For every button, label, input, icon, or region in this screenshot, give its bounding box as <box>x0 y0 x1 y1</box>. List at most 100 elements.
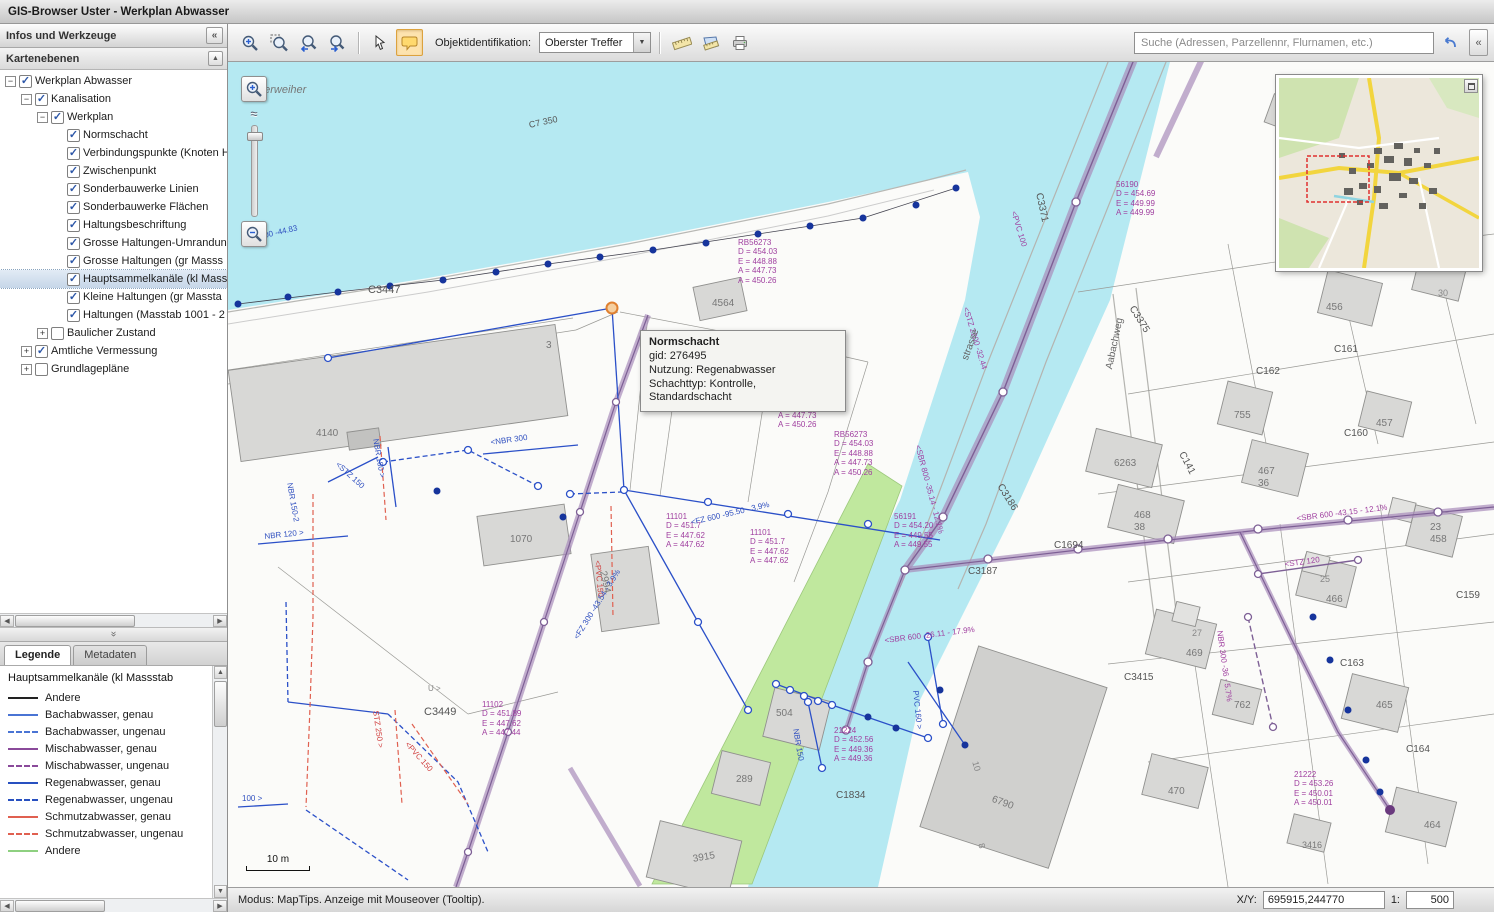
hovered-normschacht-point[interactable] <box>607 303 618 314</box>
zoom-window-tool-icon[interactable] <box>265 29 292 56</box>
expand-node-icon[interactable]: + <box>21 346 32 357</box>
layer-label: Hauptsammelkanäle (kl Mass <box>83 273 227 285</box>
leaf-spacer <box>53 130 64 141</box>
zoom-out-map-button[interactable] <box>241 221 267 247</box>
zoom-in-tool-icon[interactable] <box>236 29 263 56</box>
legend-scrollbar-thumb[interactable] <box>214 681 227 727</box>
panel-splitter[interactable]: « <box>0 627 227 642</box>
layer-checkbox[interactable]: ✓ <box>67 291 80 304</box>
undo-navigation-icon[interactable] <box>1436 29 1463 56</box>
legend-item-label: Schmutzabwasser, genau <box>45 811 171 823</box>
layer-checkbox[interactable]: ✓ <box>19 75 32 88</box>
layer-checkbox[interactable]: ✓ <box>67 219 80 232</box>
print-tool-icon[interactable] <box>726 29 753 56</box>
legend-item: Bachabwasser, ungenau <box>0 723 227 740</box>
legend-item: Bachabwasser, genau <box>0 706 227 723</box>
collapse-node-icon[interactable]: − <box>37 112 48 123</box>
layer-tree-item[interactable]: +Grundlagepläne <box>0 360 227 378</box>
layer-checkbox[interactable]: ✓ <box>67 129 80 142</box>
zoom-next-tool-icon[interactable] <box>323 29 350 56</box>
overview-map[interactable] <box>1276 75 1482 271</box>
leaf-spacer <box>53 274 64 285</box>
tab-legende[interactable]: Legende <box>4 645 71 665</box>
zoom-slider-thumb[interactable] <box>247 132 263 141</box>
layer-label: Haltungen (Masstab 1001 - 2 <box>83 309 225 321</box>
layer-tree-item[interactable]: −✓Kanalisation <box>0 90 227 108</box>
layer-tree-item[interactable]: ✓Verbindungspunkte (Knoten H <box>0 144 227 162</box>
layer-tree-item[interactable]: ✓Kleine Haltungen (gr Massta <box>0 288 227 306</box>
layer-tree-item[interactable]: ✓Normschacht <box>0 126 227 144</box>
legend-panel: Hauptsammelkanäle (kl Massstab AndereBac… <box>0 666 227 898</box>
layer-tree-item[interactable]: ✓Grosse Haltungen-Umrandun <box>0 234 227 252</box>
expand-node-icon[interactable]: + <box>37 328 48 339</box>
layer-checkbox[interactable]: ✓ <box>67 273 80 286</box>
layer-label: Sonderbauwerke Linien <box>83 183 199 195</box>
scroll-down-icon[interactable]: ▼ <box>214 885 227 898</box>
layer-label: Verbindungspunkte (Knoten H <box>83 147 227 159</box>
scroll-left-icon[interactable]: ◀ <box>0 615 14 627</box>
map-canvas[interactable]: gerweiherC7 350<PP 200 -44.83C34474564RB… <box>228 62 1494 887</box>
layer-tree-item[interactable]: ✓Hauptsammelkanäle (kl Mass <box>0 270 227 288</box>
collapse-panel-button[interactable]: « <box>1469 29 1488 56</box>
layer-checkbox[interactable]: ✓ <box>35 93 48 106</box>
scroll-up-icon[interactable]: ▲ <box>214 666 227 679</box>
zoom-previous-tool-icon[interactable] <box>294 29 321 56</box>
layer-tree-item[interactable]: ✓Zwischenpunkt <box>0 162 227 180</box>
layer-checkbox[interactable]: ✓ <box>67 201 80 214</box>
layer-tree-item[interactable]: ✓Grosse Haltungen (gr Masss <box>0 252 227 270</box>
layer-tree-item[interactable]: ✓Haltungen (Masstab 1001 - 2 <box>0 306 227 324</box>
measure-area-tool-icon[interactable] <box>697 29 724 56</box>
window-title: GIS-Browser Uster - Werkplan Abwasser <box>8 6 229 18</box>
zoom-in-map-button[interactable] <box>241 76 267 102</box>
legend-item-label: Schmutzabwasser, ungenau <box>45 828 183 840</box>
xy-coordinates-input[interactable] <box>1263 891 1385 909</box>
layer-checkbox[interactable]: ✓ <box>67 255 80 268</box>
collapse-sidebar-button[interactable]: « <box>206 27 223 44</box>
layer-tree-item[interactable]: +Baulicher Zustand <box>0 324 227 342</box>
layer-tree-item[interactable]: ✓Sonderbauwerke Linien <box>0 180 227 198</box>
layer-tree-item[interactable]: ✓Sonderbauwerke Flächen <box>0 198 227 216</box>
leaf-spacer <box>53 310 64 321</box>
legend-items: AndereBachabwasser, genauBachabwasser, u… <box>0 689 227 859</box>
layer-checkbox[interactable] <box>51 327 64 340</box>
layer-checkbox[interactable]: ✓ <box>67 237 80 250</box>
scroll-right-icon[interactable]: ▶ <box>213 900 227 912</box>
layer-checkbox[interactable]: ✓ <box>51 111 64 124</box>
identify-tool-icon[interactable] <box>367 29 394 56</box>
chevron-down-icon[interactable]: ▼ <box>633 33 650 52</box>
layer-checkbox[interactable]: ✓ <box>35 345 48 358</box>
tree-horizontal-scrollbar[interactable]: ◀ ▶ <box>0 613 227 627</box>
layer-tree-item[interactable]: −✓Werkplan <box>0 108 227 126</box>
overview-map-toggle-button[interactable] <box>1464 79 1478 93</box>
collapse-kartenebenen-button[interactable]: ▲ <box>208 51 223 66</box>
tab-metadaten[interactable]: Metadaten <box>73 645 147 665</box>
legend-vertical-scrollbar[interactable]: ▲ ▼ <box>212 666 227 898</box>
collapse-node-icon[interactable]: − <box>5 76 16 87</box>
layer-tree-item[interactable]: +✓Amtliche Vermessung <box>0 342 227 360</box>
legend-item: Regenabwasser, genau <box>0 774 227 791</box>
zoom-slider[interactable] <box>251 125 258 217</box>
legend-horizontal-scrollbar[interactable]: ◀ ▶ <box>0 898 227 912</box>
collapse-node-icon[interactable]: − <box>21 94 32 105</box>
search-input[interactable] <box>1134 32 1434 54</box>
tree-scrollbar-thumb[interactable] <box>15 615 135 627</box>
layer-checkbox[interactable]: ✓ <box>67 183 80 196</box>
map-toolbar: Objektidentifikation: Oberster Treffer ▼… <box>228 24 1494 62</box>
treffer-dropdown[interactable]: Oberster Treffer ▼ <box>539 32 651 53</box>
layer-checkbox[interactable]: ✓ <box>67 147 80 160</box>
scroll-right-icon[interactable]: ▶ <box>213 615 227 627</box>
expand-node-icon[interactable]: + <box>21 364 32 375</box>
scale-bar-label: 10 m <box>246 854 310 865</box>
legend-item-label: Mischabwasser, ungenau <box>45 760 169 772</box>
scroll-left-icon[interactable]: ◀ <box>0 900 14 912</box>
legend-scrollbar-thumb-h[interactable] <box>15 900 105 912</box>
layer-checkbox[interactable]: ✓ <box>67 309 80 322</box>
toolbar-separator <box>659 32 660 54</box>
layer-tree-item[interactable]: ✓Haltungsbeschriftung <box>0 216 227 234</box>
layer-tree-item[interactable]: −✓Werkplan Abwasser <box>0 72 227 90</box>
layer-checkbox[interactable]: ✓ <box>67 165 80 178</box>
measure-distance-tool-icon[interactable] <box>668 29 695 56</box>
map-scale-input[interactable] <box>1406 891 1454 909</box>
layer-checkbox[interactable] <box>35 363 48 376</box>
maptips-tool-icon[interactable] <box>396 29 423 56</box>
